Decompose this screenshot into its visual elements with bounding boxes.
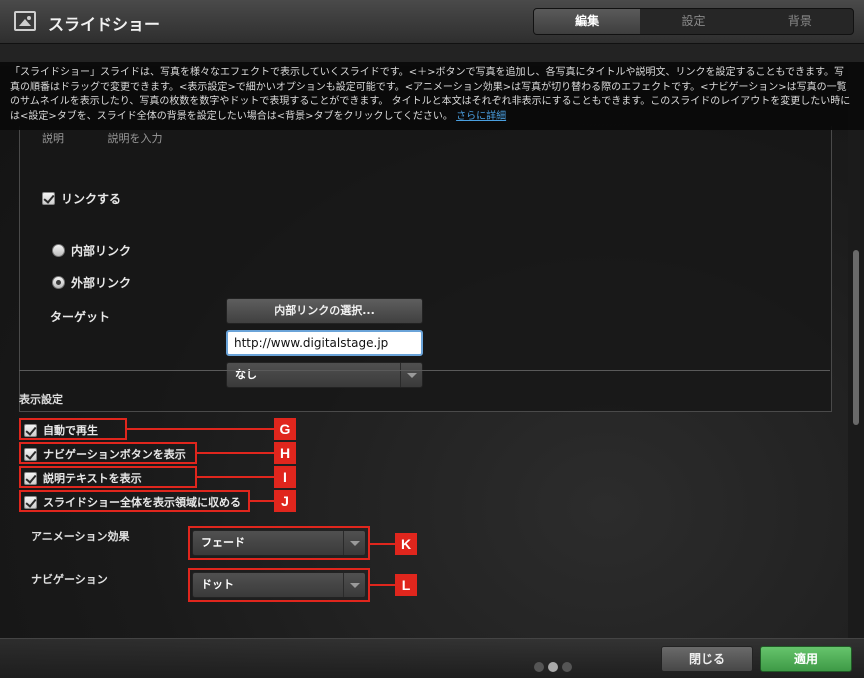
highlight-frame-h [19, 442, 197, 464]
tab-edit[interactable]: 編集 [534, 9, 641, 34]
editor-scroll-area: 説明 説明を入力 リンクする 内部リンク 内部リンクの選択... 外部リンク タ… [0, 66, 848, 638]
app-title: スライドショー [48, 15, 161, 34]
description-row: 説明 説明を入力 [42, 130, 203, 146]
section-divider [19, 370, 830, 371]
callout-badge-k: K [395, 533, 417, 555]
internal-link-label: 内部リンク [71, 244, 132, 258]
internal-link-row[interactable]: 内部リンク [52, 242, 131, 259]
app-window: スライドショー 編集 設定 背景 説明 説明を入力 リンクする 内部リンク 内部… [0, 0, 864, 678]
callout-badge-i: I [274, 466, 296, 488]
link-checkbox-label: リンクする [61, 192, 122, 206]
select-internal-link-button[interactable]: 内部リンクの選択... [226, 298, 423, 324]
leader-line-g [127, 428, 275, 430]
external-link-radio[interactable] [52, 276, 65, 289]
dot-indicator [562, 662, 572, 672]
callout-badge-g: G [274, 418, 296, 440]
tab-bar: 編集 設定 背景 [533, 8, 854, 35]
help-info-overlay: 「スライドショー」スライドは、写真を様々なエフェクトで表示していくスライドです。… [0, 62, 864, 130]
leader-line-i [197, 476, 275, 478]
description-label: 説明 [42, 132, 64, 145]
title-bar: スライドショー 編集 設定 背景 [0, 0, 864, 44]
description-input[interactable]: 説明を入力 [108, 132, 163, 145]
dot-indicator [548, 662, 558, 672]
leader-line-l [370, 584, 396, 586]
external-link-label: 外部リンク [71, 276, 132, 290]
help-info-text: 「スライドショー」スライドは、写真を様々なエフェクトで表示していくスライドです。… [10, 67, 851, 122]
highlight-frame-l [188, 568, 370, 602]
internal-link-radio[interactable] [52, 244, 65, 257]
highlight-frame-i [19, 466, 197, 488]
callout-badge-l: L [395, 574, 417, 596]
navigation-label: ナビゲーション [31, 573, 108, 586]
highlight-frame-k [188, 526, 370, 560]
tab-settings[interactable]: 設定 [640, 9, 746, 34]
image-icon [14, 11, 36, 31]
display-settings-title: 表示設定 [19, 393, 63, 406]
close-button[interactable]: 閉じる [661, 646, 753, 672]
scrollbar-thumb[interactable] [853, 250, 859, 425]
tab-background[interactable]: 背景 [747, 9, 853, 34]
highlight-frame-j [19, 490, 250, 512]
background-dots [534, 662, 572, 672]
leader-line-j [250, 500, 275, 502]
callout-badge-j: J [274, 490, 296, 512]
leader-line-k [370, 543, 396, 545]
leader-line-h [197, 452, 275, 454]
vertical-scrollbar[interactable] [848, 66, 864, 638]
apply-button[interactable]: 適用 [760, 646, 852, 672]
url-input[interactable] [226, 330, 423, 356]
more-details-link[interactable]: さらに詳細 [456, 111, 506, 122]
highlight-frame-g [19, 418, 127, 440]
external-link-row[interactable]: 外部リンク [52, 274, 131, 291]
animation-label: アニメーション効果 [31, 530, 130, 543]
dot-indicator [534, 662, 544, 672]
link-checkbox-row[interactable]: リンクする [42, 190, 121, 207]
callout-badge-h: H [274, 442, 296, 464]
chevron-down-icon [400, 363, 422, 387]
target-label: ターゲット [50, 310, 111, 324]
target-select[interactable]: なし [226, 362, 423, 388]
link-checkbox[interactable] [42, 192, 55, 205]
